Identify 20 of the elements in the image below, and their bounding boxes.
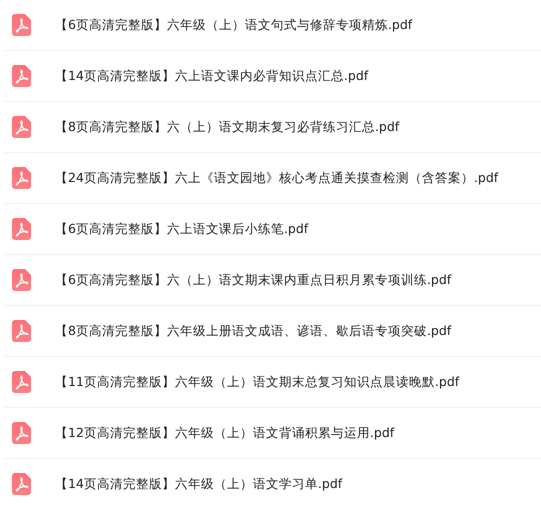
file-name[interactable]: 【12页高清完整版】六年级（上）语文背诵积累与运用.pdf <box>55 424 394 442</box>
pdf-file-icon <box>12 422 31 444</box>
file-name[interactable]: 【14页高清完整版】六年级（上）语文学习单.pdf <box>55 476 342 492</box>
pdf-file-icon <box>12 65 31 87</box>
pdf-file-icon <box>12 218 31 240</box>
file-name[interactable]: 【6页高清完整版】六上语文课后小练笔.pdf <box>55 220 308 238</box>
pdf-file-icon <box>12 371 31 393</box>
file-name[interactable]: 【8页高清完整版】六（上）语文期末复习必背练习汇总.pdf <box>55 118 400 136</box>
pdf-file-icon <box>12 269 31 291</box>
file-name[interactable]: 【6页高清完整版】六年级（上）语文句式与修辞专项精炼.pdf <box>55 16 412 34</box>
file-name[interactable]: 【8页高清完整版】六年级上册语文成语、谚语、歇后语专项突破.pdf <box>55 322 452 340</box>
file-name[interactable]: 【11页高清完整版】六年级（上）语文期末总复习知识点晨读晚默.pdf <box>55 374 460 390</box>
pdf-file-icon <box>12 473 31 495</box>
pdf-file-icon <box>12 116 31 138</box>
pdf-file-icon <box>12 167 31 189</box>
file-name[interactable]: 【14页高清完整版】六上语文课内必背知识点汇总.pdf <box>55 68 368 84</box>
pdf-file-icon <box>12 320 31 342</box>
file-name[interactable]: 【6页高清完整版】六（上）语文期末课内重点日积月累专项训练.pdf <box>55 272 452 288</box>
pdf-file-icon <box>12 14 31 36</box>
file-name[interactable]: 【24页高清完整版】六上《语文园地》核心考点通关摸查检测（含答案）.pdf <box>55 170 498 186</box>
